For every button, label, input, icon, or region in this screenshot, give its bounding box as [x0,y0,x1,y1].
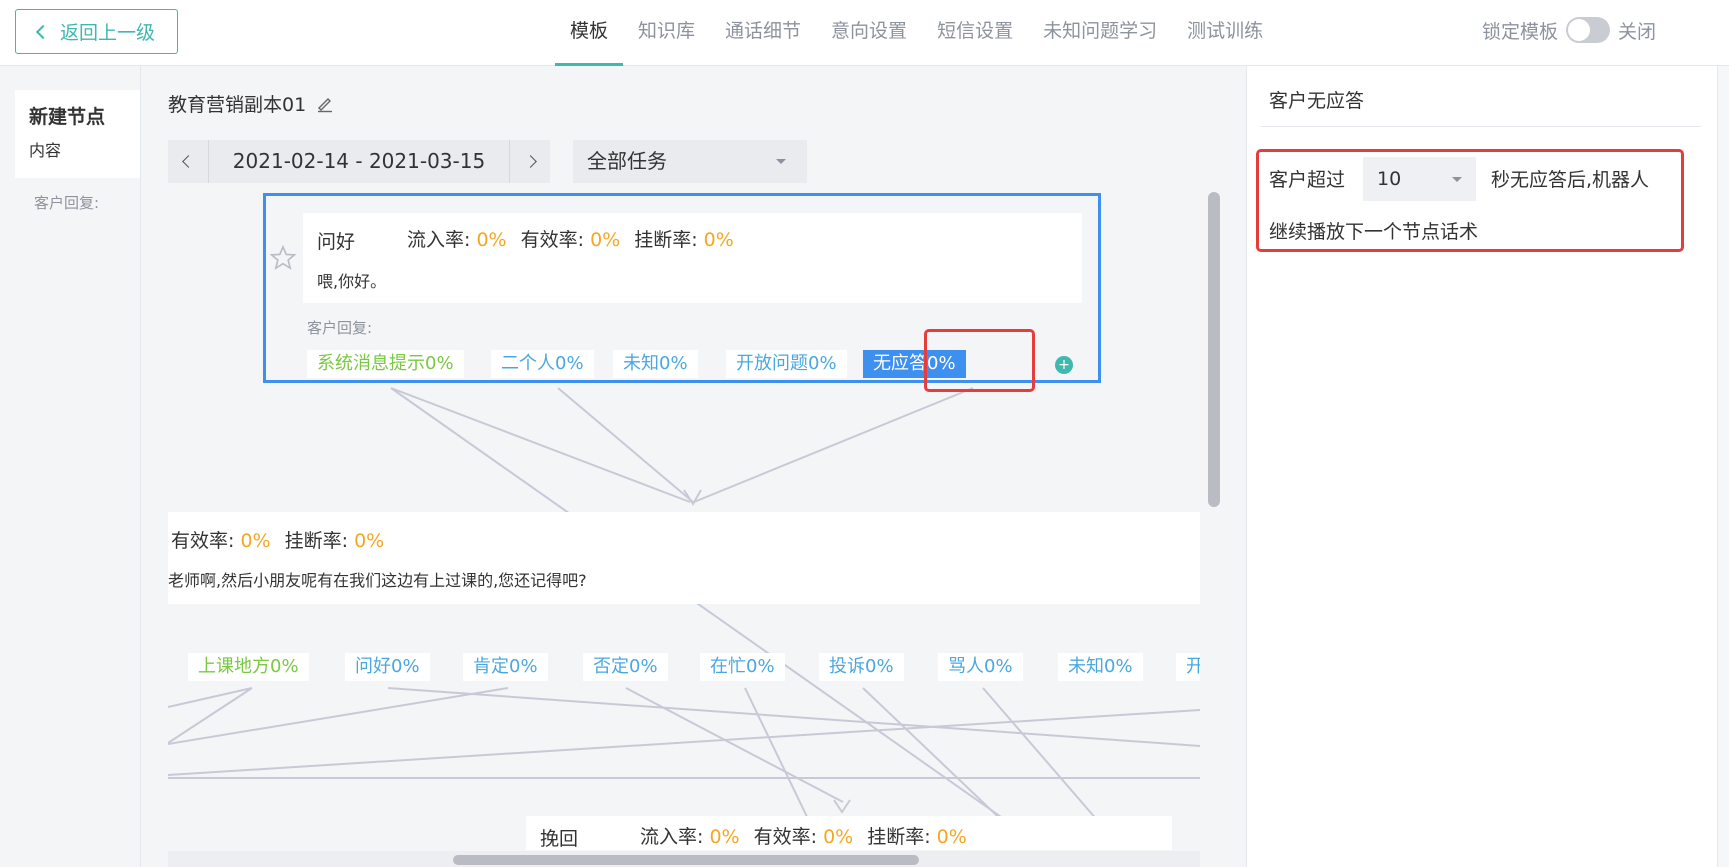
tab-unknown-learning[interactable]: 未知问题学习 [1028,0,1172,66]
reply-label: 客户回复: [307,319,373,337]
reply-chip[interactable]: 二个人0% [491,350,594,378]
panel-divider [1261,126,1701,127]
hangup-rate: 挂断率: 0% [634,225,734,252]
next-date-button[interactable] [510,140,550,183]
valid-value: 0% [240,530,271,552]
add-reply-icon[interactable]: + [1055,356,1073,374]
lock-state: 关闭 [1618,20,1657,43]
hangup-value: 0% [354,530,385,552]
chevron-left-icon [35,24,51,39]
hangup-rate: 挂断率: 0% [285,526,385,553]
valid-label: 有效率: [171,530,235,552]
reply-chip[interactable]: 骂人0% [938,653,1023,681]
star-icon[interactable] [269,244,297,272]
node-text: 老师啊,然后小朋友呢有在我们这边有上过课的,您还记得吧? [168,571,587,590]
hangup-rate: 挂断率: 0% [867,822,967,849]
edit-pencil-icon[interactable] [316,95,334,113]
reply-chip[interactable]: 开 [1176,653,1200,681]
hangup-label: 挂断率: [867,826,931,848]
node-text: 喂,你好。 [317,272,387,291]
hangup-label: 挂断率: [284,530,349,552]
hangup-value: 0% [703,229,734,251]
valid-label: 有效率: [520,229,585,251]
tab-sms-settings[interactable]: 短信设置 [922,0,1028,66]
back-label: 返回上一级 [59,22,155,44]
vertical-scrollbar[interactable] [1208,192,1220,507]
reply-chip[interactable]: 问好0% [345,653,430,681]
node-title: 问好 [317,231,356,253]
inflow-value: 0% [709,826,740,848]
inflow-label: 流入率: [407,229,471,251]
node-rates: 有效率: 0% 挂断率: 0% [171,526,384,553]
highlight-box-settings [1256,149,1684,252]
tab-intent-settings[interactable]: 意向设置 [816,0,922,66]
inflow-rate: 流入率: 0% [407,225,507,252]
reply-chip[interactable]: 投诉0% [819,653,904,681]
flow-node-question[interactable]: 有效率: 0% 挂断率: 0% 老师啊,然后小朋友呢有在我们这边有上过课的,您还… [168,512,1200,604]
hangup-label: 挂断率: [634,229,698,251]
new-node-card[interactable]: 新建节点 内容 [15,90,140,178]
hangup-value: 0% [936,826,967,848]
horizontal-scrollbar[interactable] [453,855,919,865]
tab-template[interactable]: 模板 [555,0,624,66]
valid-rate: 有效率: 0% [521,225,621,252]
tab-knowledge-base[interactable]: 知识库 [623,0,710,66]
sidebar-reply-label: 客户回复: [34,194,100,212]
new-node-sub: 内容 [29,141,62,160]
valid-value: 0% [590,229,621,251]
reply-chip[interactable]: 未知0% [1058,653,1143,681]
node-rates: 流入率: 0% 有效率: 0% 挂断率: 0% [407,225,734,252]
prev-date-button[interactable] [168,140,208,183]
valid-rate: 有效率: 0% [754,822,854,849]
chevron-left-icon [181,155,195,168]
right-panel: 客户无应答 客户超过 10 秒无应答后,机器人 继续播放下一个节点话术 [1246,66,1729,867]
top-bar: 返回上一级 模板 知识库 通话细节 意向设置 短信设置 未知问题学习 测试训练 … [0,0,1729,66]
panel-title: 客户无应答 [1269,90,1365,112]
date-range-text[interactable]: 2021-02-14 - 2021-03-15 [208,140,510,183]
chevron-right-icon [523,155,537,168]
caret-down-icon [776,159,786,164]
task-filter-value: 全部任务 [587,149,667,173]
inflow-label: 流入率: [640,826,704,848]
reply-chip[interactable]: 系统消息提示0% [307,350,464,378]
new-node-title: 新建节点 [29,106,106,128]
lock-template: 锁定模板 关闭 [1482,14,1656,46]
highlight-box-chip [924,329,1035,392]
lock-toggle[interactable] [1566,17,1611,43]
reply-chip[interactable]: 肯定0% [463,653,548,681]
doc-title: 教育营销副本01 [168,90,334,117]
inflow-rate: 流入率: 0% [640,822,740,849]
reply-chip[interactable]: 未知0% [613,350,698,378]
back-button[interactable]: 返回上一级 [15,9,178,54]
doc-title-text: 教育营销副本01 [168,94,307,116]
reply-chip[interactable]: 在忙0% [700,653,785,681]
node-title: 挽回 [540,828,579,850]
inflow-value: 0% [476,229,507,251]
valid-rate: 有效率: 0% [171,526,271,553]
tab-test-training[interactable]: 测试训练 [1172,0,1278,66]
tab-call-details[interactable]: 通话细节 [710,0,816,66]
task-filter-select[interactable]: 全部任务 [573,140,807,183]
reply-chip[interactable]: 上课地方0% [188,653,309,681]
valid-value: 0% [823,826,854,848]
node-card: 问好 流入率: 0% 有效率: 0% 挂断率: 0% 喂,你好。 [303,213,1082,303]
panel-edge [1717,66,1729,867]
toggle-knob [1568,19,1591,41]
lock-label: 锁定模板 [1482,20,1559,43]
reply-chip[interactable]: 否定0% [583,653,668,681]
tab-bar: 模板 知识库 通话细节 意向设置 短信设置 未知问题学习 测试训练 [555,0,1278,66]
date-range-picker: 2021-02-14 - 2021-03-15 [168,140,550,183]
app-root: 返回上一级 模板 知识库 通话细节 意向设置 短信设置 未知问题学习 测试训练 … [0,0,1729,867]
flow-node-retain[interactable]: 挽回 流入率: 0% 有效率: 0% 挂断率: 0% [526,816,1172,850]
node-rates: 流入率: 0% 有效率: 0% 挂断率: 0% [640,822,967,849]
sidebar: 新建节点 内容 客户回复: [0,66,141,867]
valid-label: 有效率: [753,826,818,848]
reply-chip[interactable]: 开放问题0% [726,350,847,378]
flow-canvas[interactable]: 问好 流入率: 0% 有效率: 0% 挂断率: 0% 喂,你好。 客户回复: 系… [168,190,1200,850]
